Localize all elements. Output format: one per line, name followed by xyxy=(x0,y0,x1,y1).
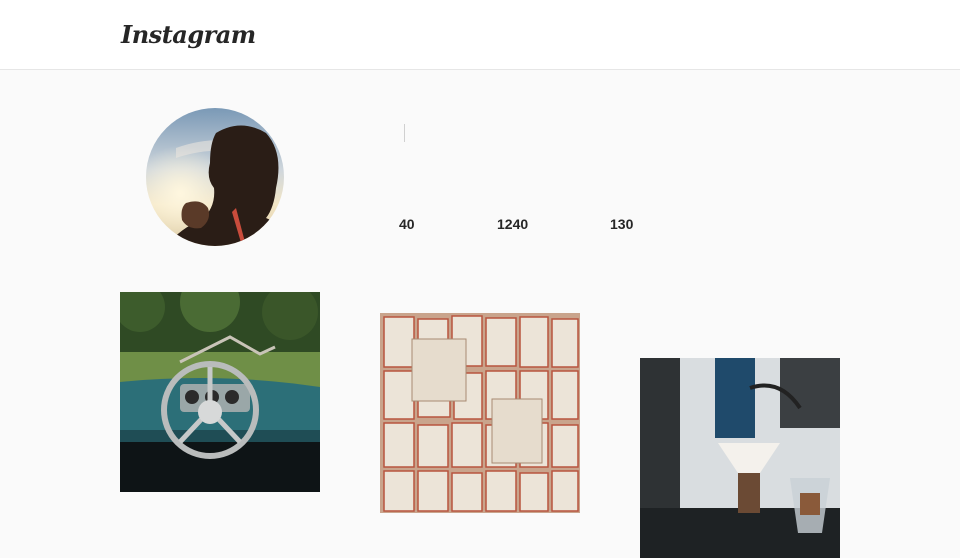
post-image xyxy=(640,358,840,558)
text-cursor xyxy=(404,124,405,142)
followers-count[interactable]: 1240 xyxy=(497,216,528,232)
posts-count[interactable]: 40 xyxy=(399,216,415,232)
top-navigation-bar: Instagram xyxy=(0,0,960,70)
avatar-photo xyxy=(146,108,284,246)
post-image xyxy=(120,292,320,492)
post-thumbnail[interactable] xyxy=(640,358,840,558)
post-image xyxy=(380,313,580,513)
profile-avatar[interactable] xyxy=(146,108,284,246)
post-thumbnail[interactable] xyxy=(380,313,580,513)
following-count[interactable]: 130 xyxy=(610,216,633,232)
instagram-logo[interactable]: Instagram xyxy=(121,20,256,49)
post-thumbnail[interactable] xyxy=(120,292,320,492)
